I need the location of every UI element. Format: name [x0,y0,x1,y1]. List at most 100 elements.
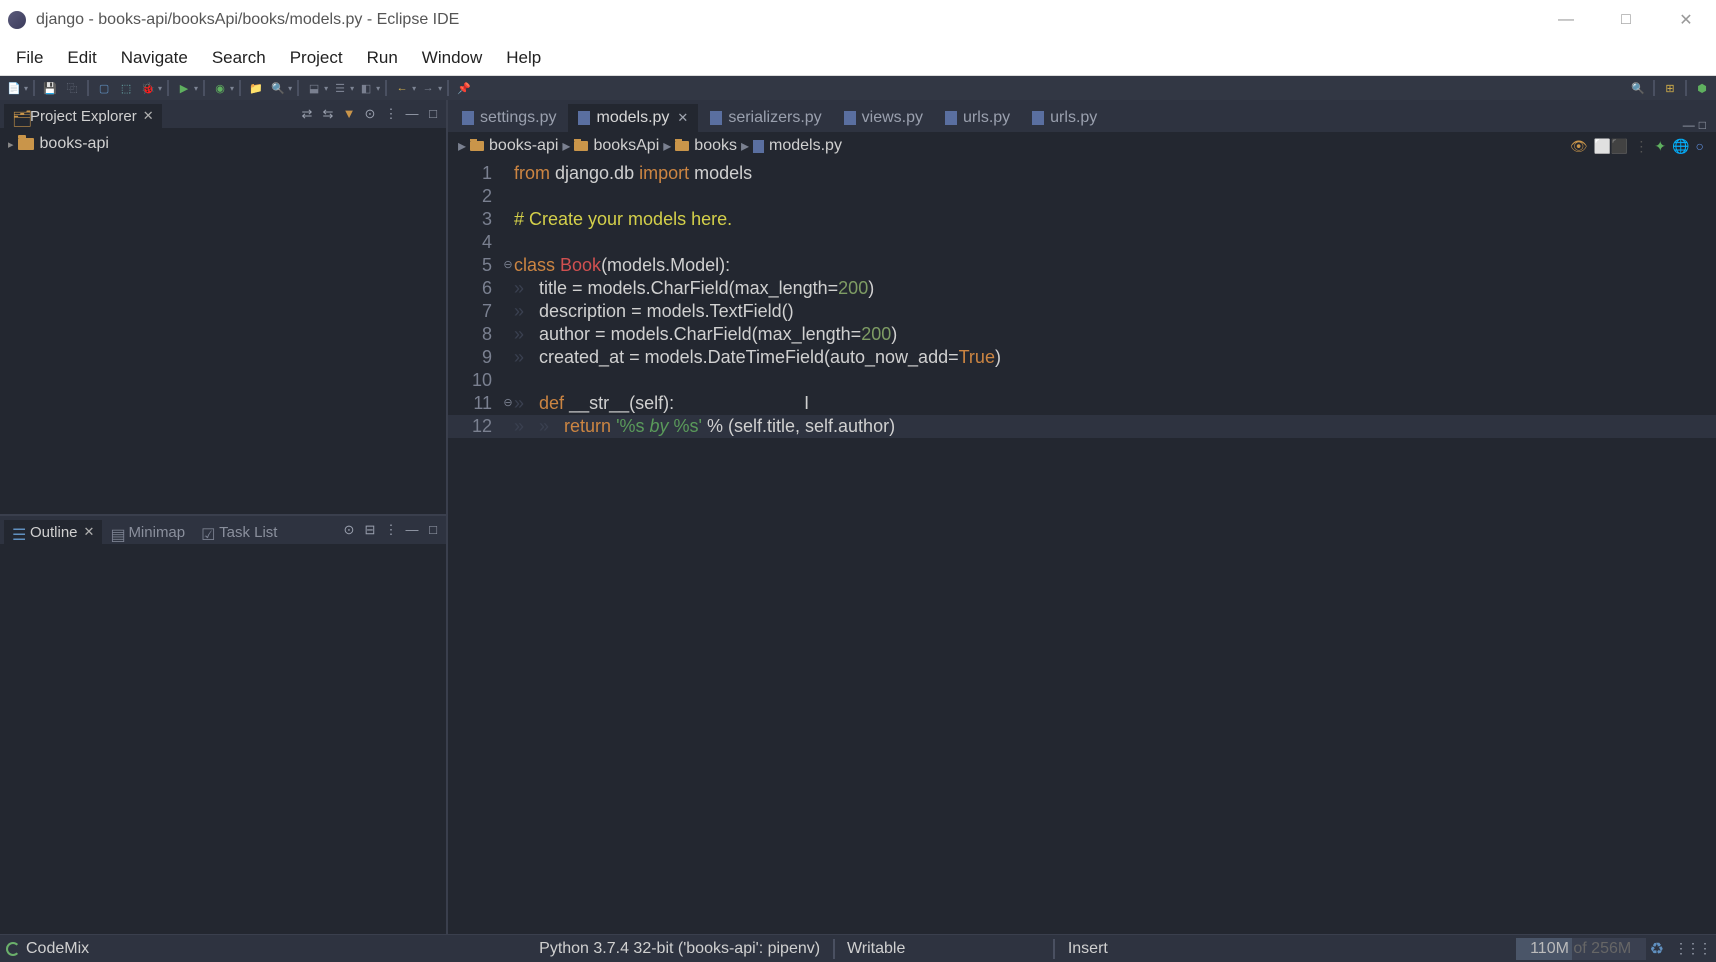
maximize-panel-button[interactable]: □ [424,106,442,122]
fold-marker[interactable] [502,300,514,323]
search-global-button[interactable]: 🔍 [1628,79,1648,97]
code-line[interactable]: 7» description = models.TextField() [448,300,1716,323]
code-line[interactable]: 10 [448,369,1716,392]
view-menu-button[interactable]: ⋮ [382,106,400,122]
search-button[interactable]: 🔍 [268,79,288,97]
fold-marker[interactable] [502,369,514,392]
fold-marker[interactable] [502,277,514,300]
collapse-all-button[interactable]: ⇄ [298,106,316,122]
code-line[interactable]: 4 [448,231,1716,254]
editor-tab-urls-2[interactable]: urls.py [1022,104,1107,132]
project-explorer-tab[interactable]: 🗂 Project Explorer ✕ [4,104,162,128]
codemix-status[interactable]: CodeMix [6,940,89,958]
chrome-icon[interactable]: ✦ [1654,138,1666,155]
insert-mode-status: Insert [1068,940,1108,957]
python-env-status[interactable]: Python 3.7.4 32-bit ('books-api': pipenv… [539,940,820,957]
code-line[interactable]: 2 [448,185,1716,208]
breadcrumb-item[interactable]: booksApi [574,137,659,155]
menu-search[interactable]: Search [200,42,278,74]
coverage-button[interactable]: ◉ [210,79,230,97]
heap-status[interactable]: 110M of 256M [1516,938,1646,960]
expand-arrow-icon[interactable]: ▸ [8,138,14,151]
fold-marker[interactable] [502,208,514,231]
breadcrumb-item[interactable]: books-api [470,137,558,155]
gc-button[interactable]: ♻ [1650,939,1664,959]
fold-marker[interactable] [502,185,514,208]
menu-navigate[interactable]: Navigate [109,42,200,74]
menu-run[interactable]: Run [355,42,410,74]
maximize-editor-button[interactable]: □ [1699,118,1706,132]
editor-tab-models[interactable]: models.py ✕ [568,104,698,132]
code-line[interactable]: 12» » return '%s by %s' % (self.title, s… [448,415,1716,438]
close-button[interactable]: ✕ [1656,0,1716,40]
fold-marker[interactable] [502,323,514,346]
code-line[interactable]: 11⊖» def __str__(self): I [448,392,1716,415]
menu-project[interactable]: Project [278,42,355,74]
editor-tab-views[interactable]: views.py [834,104,933,132]
breadcrumb-item[interactable]: books [675,137,737,155]
toggle-icon[interactable]: ⬜⬛ [1593,138,1628,155]
minimize-panel-button[interactable]: — [403,106,421,122]
code-line[interactable]: 8» author = models.CharField(max_length=… [448,323,1716,346]
save-button[interactable]: 💾 [40,79,60,97]
filter-button[interactable]: ▼ [340,106,358,122]
maximize-button[interactable]: □ [1596,0,1656,40]
django-perspective-button[interactable]: ⬢ [1692,79,1712,97]
editor-tab-settings[interactable]: settings.py [452,104,566,132]
code-line[interactable]: 9» created_at = models.DateTimeField(aut… [448,346,1716,369]
project-explorer-tree[interactable]: ▸ books-api [0,128,446,514]
build-button[interactable]: ⬓ [304,79,324,97]
tasklist-tab[interactable]: ☑ Task List [193,520,285,544]
menu-edit[interactable]: Edit [55,42,108,74]
minimize-button[interactable]: — [1536,0,1596,40]
close-icon[interactable]: ✕ [84,524,95,540]
menu-window[interactable]: Window [410,42,494,74]
debug-button[interactable]: 🐞 [138,79,158,97]
maximize-panel-button[interactable]: □ [424,522,442,538]
forward-button[interactable]: → [418,79,438,97]
editor-tab-serializers[interactable]: serializers.py [700,104,831,132]
outline-tab[interactable]: ☰ Outline ✕ [4,520,102,544]
eye-icon[interactable]: 👁 [1570,138,1588,155]
code-line[interactable]: 6» title = models.CharField(max_length=2… [448,277,1716,300]
new-project-button[interactable]: 📁 [246,79,266,97]
collapse-button[interactable]: ⊟ [361,522,379,538]
fold-marker[interactable] [502,346,514,369]
back-button[interactable]: ← [392,79,412,97]
new-button[interactable]: 📄 [4,79,24,97]
fold-marker[interactable] [502,415,514,438]
menu-help[interactable]: Help [494,42,553,74]
fold-marker[interactable]: ⊖ [502,392,514,415]
run-button[interactable]: ▶ [174,79,194,97]
code-line[interactable]: 1from django.db import models [448,162,1716,185]
view-menu-button[interactable]: ⋮ [382,522,400,538]
perspective-open-button[interactable]: ⊞ [1660,79,1680,97]
code-line[interactable]: 5⊖class Book(models.Model): [448,254,1716,277]
fold-marker[interactable] [502,162,514,185]
code-line[interactable]: 3# Create your models here. [448,208,1716,231]
minimize-editor-button[interactable]: — [1683,118,1695,132]
editor-tab-urls-1[interactable]: urls.py [935,104,1020,132]
perspective-button[interactable]: ◧ [356,79,376,97]
close-icon[interactable]: ✕ [143,108,154,124]
close-icon[interactable]: ✕ [677,110,688,126]
task-button[interactable]: ☰ [330,79,350,97]
menu-file[interactable]: File [4,42,55,74]
statusbar-menu-button[interactable]: ⋮⋮⋮ [1674,940,1710,957]
fold-marker[interactable]: ⊖ [502,254,514,277]
save-all-button[interactable]: ⿻ [62,79,82,97]
terminal-button[interactable]: ▢ [94,79,114,97]
chrome2-icon[interactable]: 🌐 [1672,138,1689,155]
fold-marker[interactable] [502,231,514,254]
breadcrumb-item[interactable]: models.py [753,137,842,155]
minimize-panel-button[interactable]: — [403,522,421,538]
focus-button[interactable]: ⊙ [340,522,358,538]
link-editor-button[interactable]: ⇆ [319,106,337,122]
focus-button[interactable]: ⊙ [361,106,379,122]
pin-button[interactable]: 📌 [454,79,474,97]
minimap-tab[interactable]: ▤ Minimap [102,520,193,544]
stop-button[interactable]: ⬚ [116,79,136,97]
tree-root-item[interactable]: ▸ books-api [0,132,446,156]
code-editor[interactable]: 1from django.db import models23# Create … [448,160,1716,934]
circle-icon[interactable]: ○ [1696,138,1704,154]
